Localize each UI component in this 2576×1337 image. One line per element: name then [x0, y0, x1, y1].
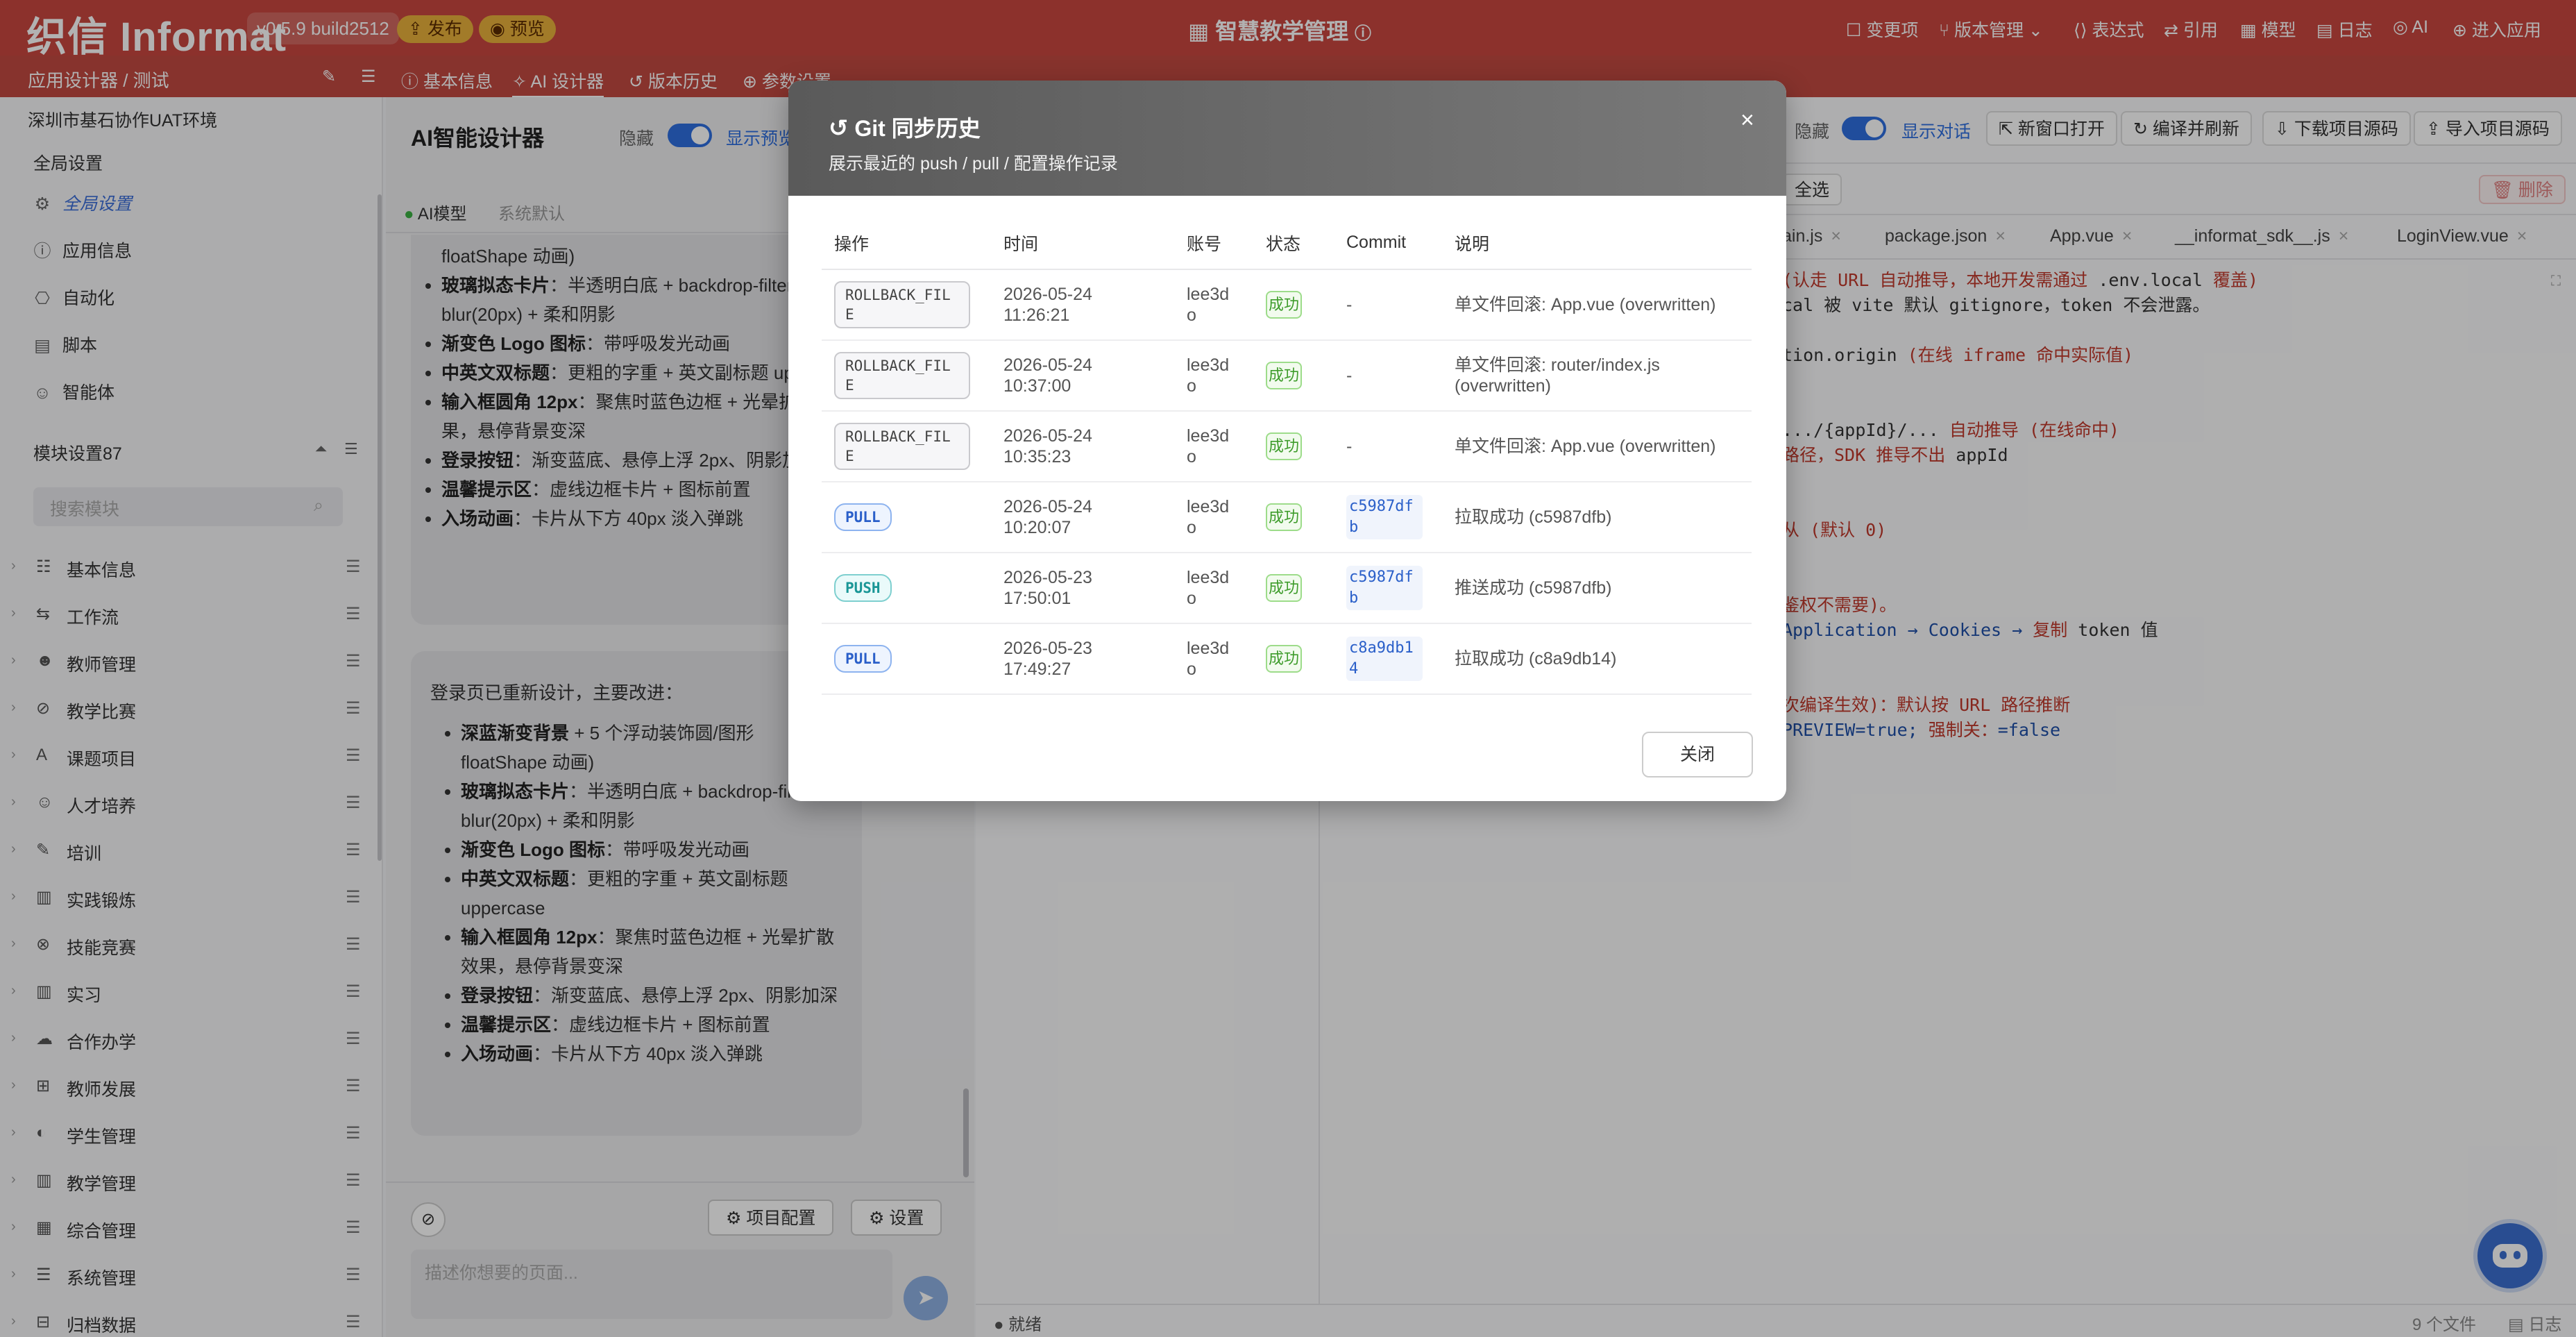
description-cell: 单文件回滚: App.vue (overwritten) — [1442, 411, 1752, 482]
dialog-title: ↺ Git 同步历史 — [829, 115, 981, 142]
time-cell: 2026-05-24 10:20:07 — [991, 482, 1174, 553]
account-cell: lee3do — [1174, 411, 1253, 482]
status-cell: 成功 — [1253, 623, 1334, 695]
description-text: 单文件回滚: router/index.js (overwritten) — [1455, 355, 1660, 396]
column-header: 说明 — [1442, 217, 1752, 270]
table-row: ROLLBACK_FILE 2026-05-24 10:35:23 lee3do 成功… — [822, 411, 1752, 482]
commit-hash: c8a9db14 — [1346, 637, 1423, 681]
column-header: Commit — [1334, 217, 1442, 270]
status-badge: 成功 — [1266, 645, 1302, 673]
commit-cell: c5987dfb — [1334, 482, 1442, 553]
time-text: 2026-05-23 17:50:01 — [1003, 568, 1092, 608]
status-badge: 成功 — [1266, 291, 1302, 319]
account-cell: lee3do — [1174, 482, 1253, 553]
commit-cell: - — [1334, 340, 1442, 412]
column-header: 账号 — [1174, 217, 1253, 270]
operation-tag: PULL — [834, 645, 892, 673]
description-text: 单文件回滚: App.vue (overwritten) — [1455, 295, 1716, 314]
table-row: PUSH 2026-05-23 17:50:01 lee3do 成功 c5987dfb 推… — [822, 553, 1752, 624]
account-text: lee3do — [1187, 285, 1230, 325]
status-cell: 成功 — [1253, 553, 1334, 624]
table-row: PULL 2026-05-23 17:49:27 lee3do 成功 c8a9db14 拉… — [822, 623, 1752, 695]
operation-cell: PUSH — [822, 553, 991, 624]
operation-tag: ROLLBACK_FILE — [834, 281, 970, 328]
status-badge: 成功 — [1266, 362, 1302, 389]
status-badge: 成功 — [1266, 574, 1302, 602]
table-header-row: 操作 时间 账号 状态 Commit 说明 — [822, 217, 1752, 270]
status-cell: 成功 — [1253, 269, 1334, 341]
account-cell: lee3do — [1174, 269, 1253, 341]
close-icon[interactable]: × — [1740, 107, 1754, 134]
table-row: ROLLBACK_FILE 2026-05-24 10:37:00 lee3do 成功… — [822, 340, 1752, 412]
time-text: 2026-05-24 10:37:00 — [1003, 355, 1092, 396]
account-text: lee3do — [1187, 497, 1230, 537]
commit-hash: c5987dfb — [1346, 495, 1423, 539]
time-text: 2026-05-24 10:35:23 — [1003, 426, 1092, 466]
description-cell: 单文件回滚: App.vue (overwritten) — [1442, 269, 1752, 341]
commit-hash: - — [1346, 366, 1353, 385]
operation-cell: ROLLBACK_FILE — [822, 269, 991, 341]
commit-cell: - — [1334, 411, 1442, 482]
description-cell: 单文件回滚: router/index.js (overwritten) — [1442, 340, 1752, 412]
close-button[interactable]: 关闭 — [1642, 732, 1753, 777]
dialog-header: ↺ Git 同步历史 展示最近的 push / pull / 配置操作记录 × — [788, 81, 1786, 196]
account-text: lee3do — [1187, 639, 1230, 679]
time-cell: 2026-05-23 17:50:01 — [991, 553, 1174, 624]
time-cell: 2026-05-24 10:35:23 — [991, 411, 1174, 482]
commit-hash: - — [1346, 437, 1353, 456]
commit-hash: c5987dfb — [1346, 566, 1423, 610]
history-icon: ↺ — [829, 115, 849, 142]
description-cell: 推送成功 (c5987dfb) — [1442, 553, 1752, 624]
operation-cell: ROLLBACK_FILE — [822, 340, 991, 412]
description-text: 拉取成功 (c8a9db14) — [1455, 649, 1617, 668]
operation-cell: PULL — [822, 623, 991, 695]
status-cell: 成功 — [1253, 482, 1334, 553]
description-cell: 拉取成功 (c8a9db14) — [1442, 623, 1752, 695]
column-header: 状态 — [1253, 217, 1334, 270]
description-text: 单文件回滚: App.vue (overwritten) — [1455, 437, 1716, 456]
account-text: lee3do — [1187, 355, 1230, 396]
status-badge: 成功 — [1266, 432, 1302, 460]
account-cell: lee3do — [1174, 623, 1253, 695]
commit-hash: - — [1346, 295, 1353, 314]
commit-cell: - — [1334, 269, 1442, 341]
column-header: 操作 — [822, 217, 991, 270]
time-cell: 2026-05-24 10:37:00 — [991, 340, 1174, 412]
description-cell: 拉取成功 (c5987dfb) — [1442, 482, 1752, 553]
account-text: lee3do — [1187, 426, 1230, 466]
table-row: ROLLBACK_FILE 2026-05-24 11:26:21 lee3do 成功… — [822, 269, 1752, 341]
table-row: PULL 2026-05-24 10:20:07 lee3do 成功 c5987dfb 拉… — [822, 482, 1752, 553]
operation-cell: ROLLBACK_FILE — [822, 411, 991, 482]
account-text: lee3do — [1187, 568, 1230, 608]
time-cell: 2026-05-24 11:26:21 — [991, 269, 1174, 341]
operation-tag: ROLLBACK_FILE — [834, 423, 970, 470]
operation-tag: PUSH — [834, 574, 892, 602]
status-cell: 成功 — [1253, 340, 1334, 412]
column-header: 时间 — [991, 217, 1174, 270]
account-cell: lee3do — [1174, 340, 1253, 412]
account-cell: lee3do — [1174, 553, 1253, 624]
operation-cell: PULL — [822, 482, 991, 553]
time-text: 2026-05-24 10:20:07 — [1003, 497, 1092, 537]
commit-cell: c5987dfb — [1334, 553, 1442, 624]
status-badge: 成功 — [1266, 503, 1302, 531]
dialog-subtitle: 展示最近的 push / pull / 配置操作记录 — [829, 154, 1118, 174]
time-cell: 2026-05-23 17:49:27 — [991, 623, 1174, 695]
description-text: 拉取成功 (c5987dfb) — [1455, 507, 1612, 527]
description-text: 推送成功 (c5987dfb) — [1455, 578, 1612, 598]
history-table: 操作 时间 账号 状态 Commit 说明 ROLLBACK_FILE 2026-… — [822, 217, 1752, 695]
operation-tag: PULL — [834, 503, 892, 531]
time-text: 2026-05-24 11:26:21 — [1003, 285, 1092, 325]
commit-cell: c8a9db14 — [1334, 623, 1442, 695]
time-text: 2026-05-23 17:49:27 — [1003, 639, 1092, 679]
git-history-dialog: ↺ Git 同步历史 展示最近的 push / pull / 配置操作记录 × … — [788, 81, 1786, 801]
status-cell: 成功 — [1253, 411, 1334, 482]
operation-tag: ROLLBACK_FILE — [834, 352, 970, 399]
